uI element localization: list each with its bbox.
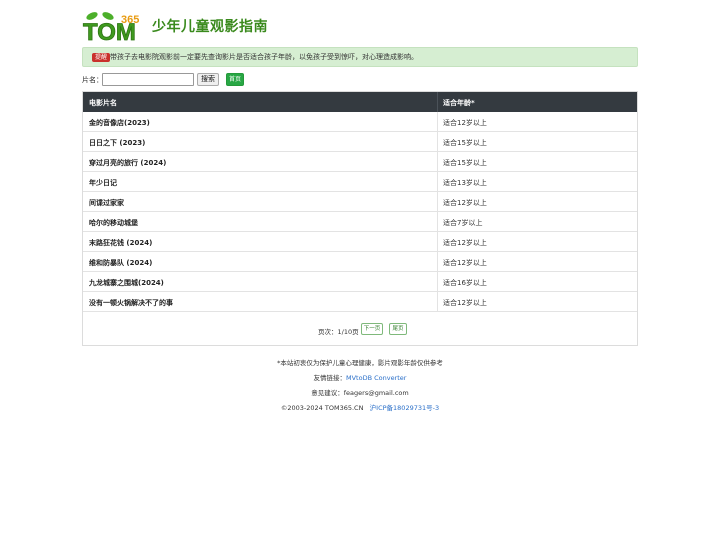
search-button[interactable]: 搜索 <box>197 73 219 86</box>
movie-title-link[interactable]: 九龙城寨之围城(2024) <box>89 278 164 288</box>
page-indicator: 页次：1/10页 <box>318 328 359 336</box>
table-row: 维和防暴队 (2024) 适合12岁以上 <box>83 252 637 272</box>
icp-link[interactable]: 沪ICP备18029731号-3 <box>370 404 439 412</box>
age-rating: 适合13岁以上 <box>443 179 487 187</box>
age-rating: 适合15岁以上 <box>443 139 487 147</box>
movie-title-link[interactable]: 维和防暴队 (2024) <box>89 258 152 268</box>
next-page-button[interactable]: 下一页 <box>361 323 383 335</box>
table-body: 金的音像店(2023) 适合12岁以上 日日之下 (2023) 适合15岁以上 … <box>83 112 637 312</box>
movie-table: 电影片名 适合年龄* 金的音像店(2023) 适合12岁以上 日日之下 (202… <box>82 91 638 346</box>
site-title: 少年儿童观影指南 <box>152 19 268 35</box>
age-rating: 适合7岁以上 <box>443 219 483 227</box>
friend-links: 友情链接：MVtoDB Converter <box>82 372 638 382</box>
table-row: 日日之下 (2023) 适合15岁以上 <box>83 132 637 152</box>
table-row: 间谍过家家 适合12岁以上 <box>83 192 637 212</box>
column-divider <box>437 232 438 252</box>
age-rating: 适合16岁以上 <box>443 279 487 287</box>
table-header: 电影片名 适合年龄* <box>83 92 637 112</box>
table-row: 穿过月亮的旅行 (2024) 适合15岁以上 <box>83 152 637 172</box>
last-page-button[interactable]: 尾页 <box>389 323 407 335</box>
column-divider <box>437 272 438 292</box>
age-rating: 适合15岁以上 <box>443 159 487 167</box>
column-divider <box>437 212 438 232</box>
column-header-title: 电影片名 <box>89 99 117 107</box>
age-rating: 适合12岁以上 <box>443 299 487 307</box>
table-row: 没有一顿火锅解决不了的事 适合12岁以上 <box>83 292 637 312</box>
table-row: 年少日记 适合13岁以上 <box>83 172 637 192</box>
column-divider <box>437 92 438 112</box>
table-row: 哈尔的移动城堡 适合7岁以上 <box>83 212 637 232</box>
logo-number: 365 <box>121 14 139 26</box>
column-divider <box>437 132 438 152</box>
friend-links-label: 友情链接： <box>313 374 347 382</box>
feedback-text: 意见建议：feagers@gmail.com <box>311 389 409 397</box>
age-rating: 适合12岁以上 <box>443 259 487 267</box>
notice-banner: 提醒 带孩子去电影院观影前一定要先查询影片是否适合孩子年龄，以免孩子受到惊吓，对… <box>82 47 638 67</box>
home-button[interactable]: 首页 <box>226 73 244 86</box>
column-divider <box>437 252 438 272</box>
movie-title-link[interactable]: 穿过月亮的旅行 (2024) <box>89 158 166 168</box>
column-divider <box>437 152 438 172</box>
movie-title-link[interactable]: 哈尔的移动城堡 <box>89 218 138 228</box>
movie-title-link[interactable]: 日日之下 (2023) <box>89 138 145 148</box>
column-divider <box>437 292 438 312</box>
column-divider <box>437 112 438 132</box>
column-divider <box>437 172 438 192</box>
site-logo[interactable]: TOM 365 <box>82 10 144 44</box>
table-row: 金的音像店(2023) 适合12岁以上 <box>83 112 637 132</box>
movie-title-link[interactable]: 间谍过家家 <box>89 198 124 208</box>
search-label: 片名： <box>82 76 103 84</box>
age-rating: 适合12岁以上 <box>443 119 487 127</box>
movie-title-link[interactable]: 年少日记 <box>89 178 117 188</box>
copyright-line: ©2003-2024 TOM365.CN 沪ICP备18029731号-3 <box>82 402 638 412</box>
friend-link-mvtodb[interactable]: MVtoDB Converter <box>346 374 406 382</box>
age-rating: 适合12岁以上 <box>443 239 487 247</box>
column-divider <box>437 192 438 212</box>
search-input[interactable] <box>102 73 194 86</box>
table-row: 九龙城寨之围城(2024) 适合16岁以上 <box>83 272 637 292</box>
movie-title-link[interactable]: 金的音像店(2023) <box>89 118 150 128</box>
site-header: TOM 365 少年儿童观影指南 <box>82 10 638 46</box>
notice-badge: 提醒 <box>92 53 111 62</box>
pagination: 页次：1/10页 下一页 尾页 <box>83 321 637 337</box>
disclaimer-text: *本站初衷仅为保护儿童心理健康，影片观影年龄仅供参考 <box>277 359 443 367</box>
column-header-age: 适合年龄* <box>443 99 475 107</box>
notice-text: 带孩子去电影院观影前一定要先查询影片是否适合孩子年龄，以免孩子受到惊吓，对心理造… <box>110 53 418 61</box>
age-rating: 适合12岁以上 <box>443 199 487 207</box>
movie-title-link[interactable]: 末路狂花钱 (2024) <box>89 238 152 248</box>
copyright-text: ©2003-2024 TOM365.CN <box>280 404 364 412</box>
search-bar: 片名： 搜索 首页 <box>82 73 638 87</box>
table-row: 末路狂花钱 (2024) 适合12岁以上 <box>83 232 637 252</box>
movie-title-link[interactable]: 没有一顿火锅解决不了的事 <box>89 298 173 308</box>
